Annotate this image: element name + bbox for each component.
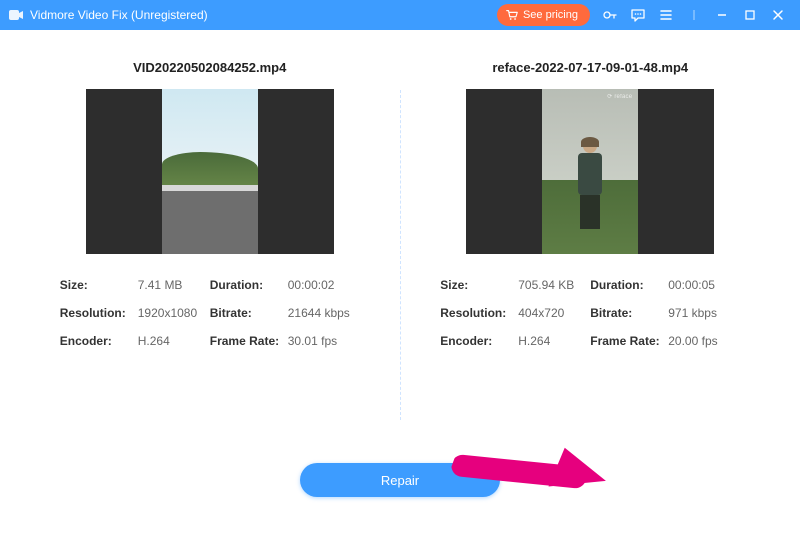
- meta-value-encoder: H.264: [518, 334, 550, 348]
- meta-label-encoder: Encoder:: [60, 334, 138, 348]
- meta-label-resolution: Resolution:: [440, 306, 518, 320]
- meta-label-encoder: Encoder:: [440, 334, 518, 348]
- meta-value-size: 705.94 KB: [518, 278, 574, 292]
- meta-value-size: 7.41 MB: [138, 278, 183, 292]
- repair-button[interactable]: Repair: [300, 463, 500, 497]
- see-pricing-button[interactable]: See pricing: [497, 4, 590, 26]
- meta-label-bitrate: Bitrate:: [590, 306, 668, 320]
- meta-label-framerate: Frame Rate:: [590, 334, 668, 348]
- minimize-button[interactable]: [708, 0, 736, 30]
- left-video-thumbnail[interactable]: [86, 89, 334, 254]
- meta-value-resolution: 404x720: [518, 306, 564, 320]
- meta-value-bitrate: 21644 kbps: [288, 306, 350, 320]
- maximize-button[interactable]: [736, 0, 764, 30]
- meta-value-bitrate: 971 kbps: [668, 306, 717, 320]
- meta-value-duration: 00:00:05: [668, 278, 715, 292]
- meta-value-resolution: 1920x1080: [138, 306, 197, 320]
- cart-icon: [505, 8, 519, 22]
- content-area: VID20220502084252.mp4 Size:7.41 MB Durat…: [0, 30, 800, 517]
- source-video-panel: VID20220502084252.mp4 Size:7.41 MB Durat…: [20, 60, 400, 440]
- meta-value-framerate: 20.00 fps: [668, 334, 717, 348]
- pricing-label: See pricing: [523, 9, 578, 21]
- left-filename: VID20220502084252.mp4: [133, 60, 286, 75]
- right-meta: Size:705.94 KB Duration:00:00:05 Resolut…: [440, 278, 740, 362]
- sample-video-panel: reface-2022-07-17-09-01-48.mp4 ⟳ reface …: [401, 60, 781, 440]
- meta-value-framerate: 30.01 fps: [288, 334, 337, 348]
- right-filename: reface-2022-07-17-09-01-48.mp4: [492, 60, 688, 75]
- divider-icon: [680, 0, 708, 30]
- meta-label-duration: Duration:: [210, 278, 288, 292]
- app-title: Vidmore Video Fix (Unregistered): [30, 8, 208, 22]
- left-meta: Size:7.41 MB Duration:00:00:02 Resolutio…: [60, 278, 360, 362]
- right-video-thumbnail[interactable]: ⟳ reface: [466, 89, 714, 254]
- meta-label-resolution: Resolution:: [60, 306, 138, 320]
- meta-value-duration: 00:00:02: [288, 278, 335, 292]
- menu-icon[interactable]: [652, 0, 680, 30]
- app-logo-icon: [8, 7, 24, 23]
- meta-label-bitrate: Bitrate:: [210, 306, 288, 320]
- meta-label-size: Size:: [60, 278, 138, 292]
- meta-label-size: Size:: [440, 278, 518, 292]
- watermark-icon: ⟳ reface: [607, 93, 632, 100]
- meta-label-duration: Duration:: [590, 278, 668, 292]
- close-button[interactable]: [764, 0, 792, 30]
- key-icon[interactable]: [596, 0, 624, 30]
- repair-label: Repair: [381, 473, 419, 488]
- panels-row: VID20220502084252.mp4 Size:7.41 MB Durat…: [0, 30, 800, 440]
- meta-value-encoder: H.264: [138, 334, 170, 348]
- meta-label-framerate: Frame Rate:: [210, 334, 288, 348]
- feedback-icon[interactable]: [624, 0, 652, 30]
- titlebar: Vidmore Video Fix (Unregistered) See pri…: [0, 0, 800, 30]
